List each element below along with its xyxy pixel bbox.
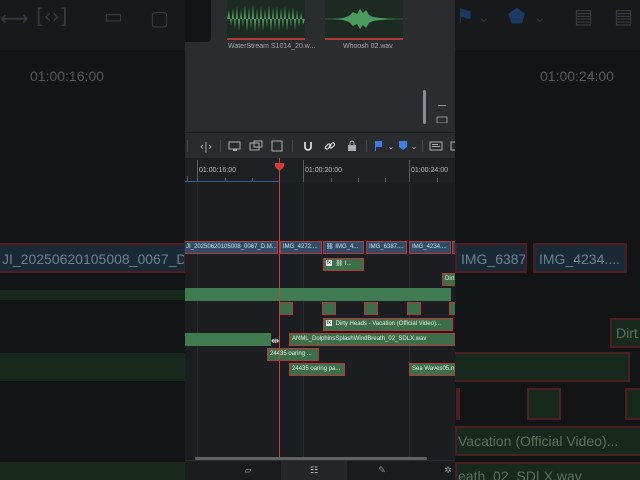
bg-timecode-2: 01:00:24:00 <box>540 68 614 84</box>
lock-icon[interactable] <box>345 139 359 153</box>
split-clip-icon[interactable]: ‹|› <box>199 139 213 153</box>
overlay-clip-label: I... <box>344 261 352 267</box>
video-clip-end[interactable] <box>452 241 455 254</box>
bg-chevron-icon: ⌄ <box>478 10 490 26</box>
video-clip-img-6387[interactable]: IMG_6387.... <box>366 241 407 254</box>
ruler-timecode-1: 01:00:16:00 <box>199 167 236 174</box>
audio-clip-dolphins[interactable]: ANML_DolphinsSplashWindBreath_02_SDLX.wa… <box>289 333 455 346</box>
bg-video-clip-2: IMG_6387.... <box>455 243 527 273</box>
audio-clip-dirty-heads[interactable]: fx Dirty Heads - Vacation (Official Vide… <box>323 318 453 331</box>
bg-flag-icon: ⚑ <box>456 4 474 28</box>
media-thumb-waterstream[interactable] <box>227 0 305 40</box>
zoom-icon[interactable] <box>429 139 443 153</box>
link-icon[interactable] <box>323 139 337 153</box>
audio-clip-dirt-short[interactable]: Dirt <box>442 273 455 286</box>
bg-audio-text-4: eath_02_SDLX.wav <box>458 468 582 480</box>
bg-audio-text-3: Vacation (Official Video)... <box>458 433 619 449</box>
audio-clip-small[interactable] <box>279 302 293 315</box>
ruler-timecode-2: 01:00:20:00 <box>305 167 342 174</box>
bg-timecode-1: 01:00:16:00 <box>30 68 104 84</box>
page-bar: ▱ ☷ ☷ ✎ ✲ <box>185 460 455 480</box>
bg-chevron-icon-2: ⌄ <box>534 10 546 26</box>
ruler-tick <box>197 160 198 182</box>
crop-icon[interactable] <box>435 103 449 124</box>
replace-icon[interactable] <box>270 139 284 153</box>
color-page-icon[interactable]: ✲ <box>441 465 455 477</box>
grid-line <box>303 182 304 460</box>
audio-clip-oaring-2[interactable]: 24435 oaring pa... <box>289 363 345 376</box>
bg-audio-bar <box>0 290 186 300</box>
overwrite-icon[interactable] <box>249 139 263 153</box>
insert-icon[interactable] <box>228 139 242 153</box>
video-clip-img-4234[interactable]: IMG_4234.... <box>409 241 451 254</box>
link-icon: ⛓ <box>335 261 344 267</box>
bg-split-icon: [‹›] <box>36 4 68 28</box>
bg-video-clip: JI_20250620105008_0067_D <box>0 243 186 273</box>
audio-track-bar-2[interactable] <box>185 333 271 346</box>
timeline-ruler[interactable]: 01:00:16:00 01:00:20:00 01:00:24:00 <box>185 158 455 183</box>
bg-marker-icon: ⬟ <box>508 4 526 28</box>
ruler-tick <box>303 160 304 182</box>
clip-badge-icon: fx <box>326 260 332 267</box>
bg-monitor-icon: ▭ <box>104 4 123 28</box>
audio-track-bar[interactable] <box>185 288 451 301</box>
audio-clip-small[interactable] <box>322 302 336 315</box>
bg-box-icon: ▢ <box>150 6 169 30</box>
marker-dropdown-icon[interactable]: ⌄ <box>407 139 421 153</box>
video-clip-img-4-label: IMG_4... <box>335 244 359 250</box>
audio-clip-sea-waves[interactable]: Sea Waves05.m... <box>409 363 455 376</box>
video-clip-ji[interactable]: JI_20250620105008_0067_D.M... <box>185 241 278 254</box>
media-thumb-dark[interactable] <box>185 0 211 42</box>
media-pool: WaterStream S1014_20.w... Whoosh 02.wav <box>185 0 455 132</box>
snapping-icon[interactable] <box>301 139 315 153</box>
toolbar-separator <box>366 140 367 152</box>
timeline-tracks[interactable]: JI_20250620105008_0067_D.M... IMG_4272..… <box>185 182 455 460</box>
bg-zoom-icon-2: ▤ <box>614 4 633 28</box>
audio-clip-dirty-heads-label: Dirty Heads - Vacation (Official Video).… <box>335 321 441 327</box>
ruler-tick <box>409 160 410 182</box>
bg-audio-clip-5 <box>625 388 640 420</box>
clip-badge-icon: fx <box>326 320 332 327</box>
bg-audio-clip-3 <box>456 388 460 420</box>
waveform-icon <box>325 0 403 38</box>
zoom-icon-2[interactable] <box>447 139 455 153</box>
media-thumb-whoosh[interactable] <box>325 0 403 40</box>
toolbar-separator <box>187 140 188 152</box>
media-scrollbar[interactable] <box>423 90 426 124</box>
edit-page-icon-overlay[interactable]: ☷ <box>307 465 321 477</box>
media-label-waterstream: WaterStream S1014_20.w... <box>228 43 316 50</box>
bg-link-icon: ⟷ <box>0 6 29 30</box>
playhead-handle[interactable] <box>275 158 284 171</box>
toolbar-separator <box>220 140 221 152</box>
bg-audio-bar-3 <box>0 462 186 480</box>
bg-audio-bar-2 <box>0 353 186 381</box>
link-icon: ⛓ <box>326 244 334 250</box>
audio-clip-small[interactable] <box>364 302 378 315</box>
video-clip-img-4272[interactable]: IMG_4272.... <box>280 241 322 254</box>
cut-page-icon[interactable]: ▱ <box>241 465 255 477</box>
media-label-whoosh: Whoosh 02.wav <box>343 43 393 50</box>
bg-audio-clip-4 <box>527 388 561 420</box>
toolbar-separator <box>292 140 293 152</box>
bg-audio-clip-2 <box>430 352 630 382</box>
audio-clip-oaring-1[interactable]: 24435 oaring ... <box>267 348 319 361</box>
bg-audio-text-2: Dirt <box>616 325 638 341</box>
waveform-icon <box>227 0 305 38</box>
bg-video-clip-3: IMG_4234.... <box>533 243 627 273</box>
audio-clip-small[interactable] <box>449 302 455 315</box>
toolbar-separator <box>422 140 423 152</box>
editor-panel: WaterStream S1014_20.w... Whoosh 02.wav … <box>185 0 455 480</box>
audio-clip-small[interactable] <box>407 302 421 315</box>
trim-cursor-icon: ⇹ <box>271 336 280 347</box>
playhead[interactable] <box>279 158 280 460</box>
ruler-timecode-3: 01:00:24:00 <box>411 167 448 174</box>
timeline-toolbar: ‹|› ⌄ ⌄ <box>185 132 455 160</box>
video-clip-img-4[interactable]: ⛓ IMG_4... <box>323 241 364 254</box>
overlay-clip[interactable]: fx ⛓ I... <box>323 258 364 271</box>
bg-zoom-icon: ▤ <box>574 4 593 28</box>
grid-line <box>197 182 198 460</box>
fusion-page-icon[interactable]: ✎ <box>375 465 389 477</box>
